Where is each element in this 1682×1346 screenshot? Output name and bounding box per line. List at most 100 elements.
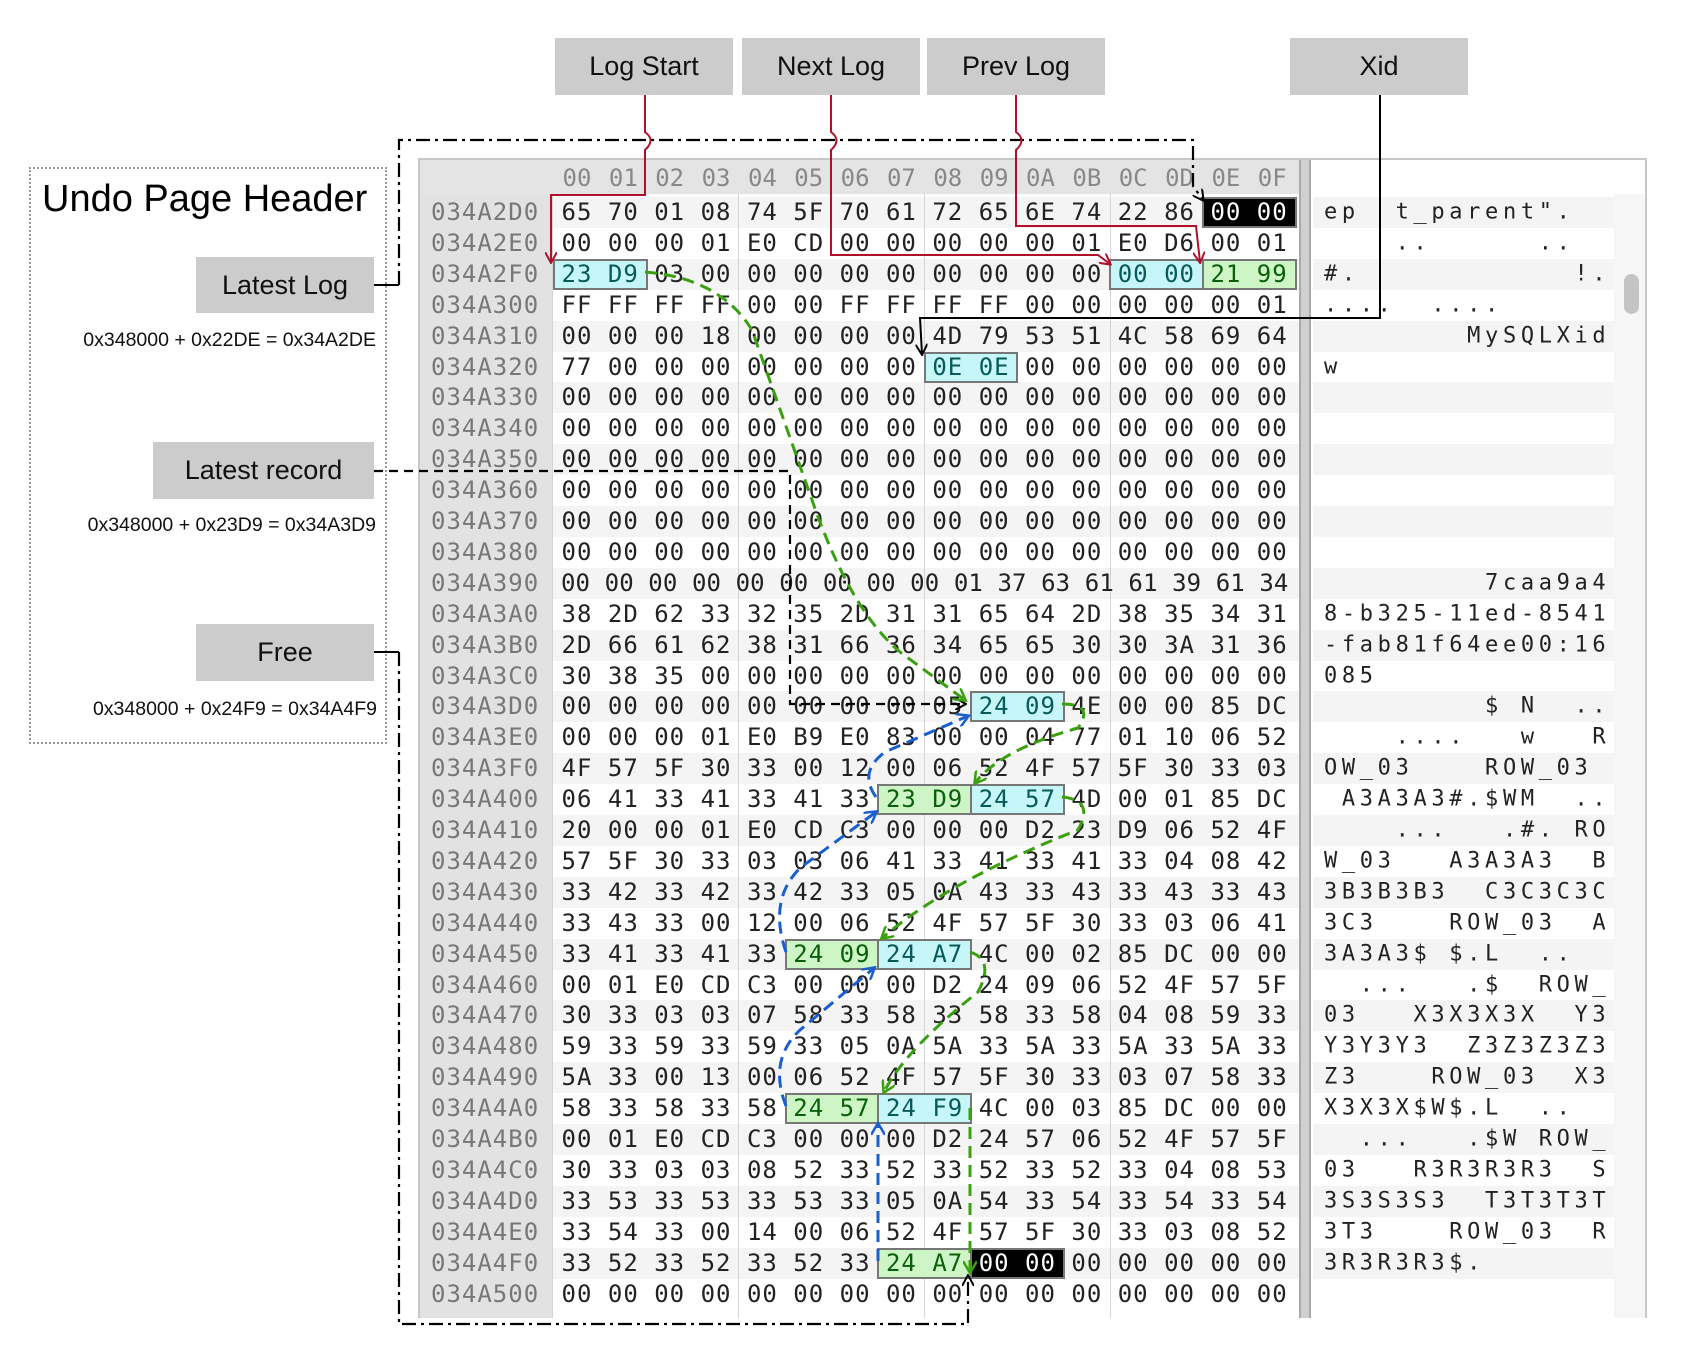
hex-byte[interactable]: 58 xyxy=(1210,1063,1241,1091)
hex-byte[interactable]: 00 xyxy=(562,445,593,473)
hex-byte[interactable]: 79 xyxy=(979,322,1010,350)
hex-byte[interactable]: 00 xyxy=(979,383,1010,411)
hex-byte[interactable]: 66 xyxy=(608,631,639,659)
hex-byte[interactable]: 0A xyxy=(932,1187,963,1215)
hex-byte[interactable]: FF xyxy=(932,291,963,319)
hex-byte[interactable]: 00 xyxy=(1164,353,1195,381)
hex-byte[interactable]: 33 xyxy=(1210,754,1241,782)
hex-byte[interactable]: 58 xyxy=(979,1001,1010,1029)
hex-byte[interactable]: 00 xyxy=(654,723,685,751)
hex-byte[interactable]: 00 xyxy=(1118,445,1149,473)
hex-byte[interactable]: 00 xyxy=(747,1280,778,1308)
hex-byte[interactable]: 00 xyxy=(1071,291,1102,319)
hex-byte[interactable]: 24 xyxy=(886,940,917,968)
hex-byte[interactable]: 00 xyxy=(840,1280,871,1308)
hex-byte[interactable]: 86 xyxy=(1164,198,1195,226)
hex-byte[interactable]: 00 xyxy=(608,353,639,381)
hex-byte[interactable]: FF xyxy=(979,291,1010,319)
hex-byte[interactable]: 42 xyxy=(608,878,639,906)
hex-byte[interactable]: 00 xyxy=(1025,1249,1056,1277)
hex-byte[interactable]: 00 xyxy=(1118,692,1149,720)
hex-byte[interactable]: 00 xyxy=(932,723,963,751)
hex-byte[interactable]: 06 xyxy=(1071,971,1102,999)
hex-byte[interactable]: 33 xyxy=(1118,909,1149,937)
hex-byte[interactable]: 2D xyxy=(1071,600,1102,628)
hex-byte[interactable]: 62 xyxy=(654,600,685,628)
hex-byte[interactable]: 00 xyxy=(654,476,685,504)
hex-byte[interactable]: 00 xyxy=(701,507,732,535)
hex-byte[interactable]: 06 xyxy=(840,1218,871,1246)
hex-byte[interactable]: 00 xyxy=(608,692,639,720)
hex-byte[interactable]: 00 xyxy=(1257,507,1288,535)
hex-byte[interactable]: 00 xyxy=(1025,538,1056,566)
hex-byte[interactable]: 00 xyxy=(1257,1249,1288,1277)
hex-byte[interactable]: 41 xyxy=(701,785,732,813)
hex-byte[interactable]: 00 xyxy=(1257,383,1288,411)
hex-byte[interactable]: 00 xyxy=(1118,1280,1149,1308)
hex-byte[interactable]: 74 xyxy=(1071,198,1102,226)
hex-byte[interactable]: 00 xyxy=(747,1063,778,1091)
hex-byte[interactable]: FF xyxy=(840,291,871,319)
hex-byte[interactable]: 35 xyxy=(793,600,824,628)
hex-byte[interactable]: 00 xyxy=(562,476,593,504)
hex-byte[interactable]: 00 xyxy=(1210,1249,1241,1277)
hex-byte[interactable]: 00 xyxy=(1118,476,1149,504)
hex-byte[interactable]: 00 xyxy=(654,322,685,350)
hex-byte[interactable]: 00 xyxy=(654,692,685,720)
hex-byte[interactable]: 00 xyxy=(793,322,824,350)
hex-byte[interactable]: 33 xyxy=(1025,1156,1056,1184)
hex-byte[interactable]: 01 xyxy=(1257,291,1288,319)
hex-byte[interactable]: 04 xyxy=(1025,723,1056,751)
hex-byte[interactable]: 00 xyxy=(747,476,778,504)
hex-byte[interactable]: 00 xyxy=(840,229,871,257)
hex-byte[interactable]: 00 xyxy=(886,692,917,720)
hex-byte[interactable]: 00 xyxy=(608,414,639,442)
hex-byte[interactable]: 00 xyxy=(1071,1280,1102,1308)
hex-byte[interactable]: 65 xyxy=(979,600,1010,628)
hex-byte[interactable]: 00 xyxy=(747,291,778,319)
hex-byte[interactable]: 00 xyxy=(608,229,639,257)
hex-byte[interactable]: 54 xyxy=(608,1218,639,1246)
hex-byte[interactable]: 85 xyxy=(1210,692,1241,720)
hex-byte-row[interactable]: 00 00 00 00 00 00 00 00 00 01 37 63 61 6… xyxy=(561,569,1288,597)
hex-byte[interactable]: FF xyxy=(701,291,732,319)
hex-byte[interactable]: 00 xyxy=(608,445,639,473)
hex-byte[interactable]: 03 xyxy=(701,1001,732,1029)
hex-byte[interactable]: 5F xyxy=(793,198,824,226)
hex-byte[interactable]: 33 xyxy=(840,878,871,906)
hex-byte[interactable]: 00 xyxy=(608,538,639,566)
hex-byte[interactable]: 00 xyxy=(1071,1249,1102,1277)
hex-byte[interactable]: 10 xyxy=(1164,723,1195,751)
hex-byte[interactable]: 00 xyxy=(886,414,917,442)
hex-byte[interactable]: 61 xyxy=(654,631,685,659)
hex-byte[interactable]: 58 xyxy=(562,1094,593,1122)
hex-byte[interactable]: 00 xyxy=(701,353,732,381)
hex-byte[interactable]: 33 xyxy=(562,940,593,968)
hex-byte[interactable]: 00 xyxy=(793,662,824,690)
hex-byte[interactable]: 00 xyxy=(654,816,685,844)
hex-byte[interactable]: 00 xyxy=(747,322,778,350)
hex-byte[interactable]: 30 xyxy=(562,1156,593,1184)
hex-byte[interactable]: 00 xyxy=(701,1280,732,1308)
hex-byte[interactable]: 00 xyxy=(1257,198,1288,226)
hex-byte[interactable]: 00 xyxy=(562,971,593,999)
hex-byte[interactable]: 52 xyxy=(1257,723,1288,751)
hex-byte[interactable]: 4F xyxy=(562,754,593,782)
hex-byte[interactable]: 4D xyxy=(932,322,963,350)
hex-byte[interactable]: 00 xyxy=(1025,1280,1056,1308)
hex-byte[interactable]: 99 xyxy=(1257,260,1288,288)
hex-byte[interactable]: 65 xyxy=(562,198,593,226)
hex-byte[interactable]: 00 xyxy=(608,476,639,504)
hex-byte[interactable]: 85 xyxy=(1210,785,1241,813)
hex-byte[interactable]: 41 xyxy=(608,785,639,813)
hex-byte[interactable]: 00 xyxy=(793,291,824,319)
hex-byte[interactable]: 52 xyxy=(1118,971,1149,999)
hex-byte[interactable]: 00 xyxy=(1025,353,1056,381)
hex-byte[interactable]: 08 xyxy=(1210,1156,1241,1184)
hex-byte[interactable]: 00 xyxy=(562,414,593,442)
hex-byte[interactable]: 00 xyxy=(840,692,871,720)
hex-byte[interactable]: CD xyxy=(701,1125,732,1153)
hex-byte[interactable]: 33 xyxy=(1118,847,1149,875)
hex-byte[interactable]: 00 xyxy=(1210,198,1241,226)
hex-byte[interactable]: 00 xyxy=(562,383,593,411)
